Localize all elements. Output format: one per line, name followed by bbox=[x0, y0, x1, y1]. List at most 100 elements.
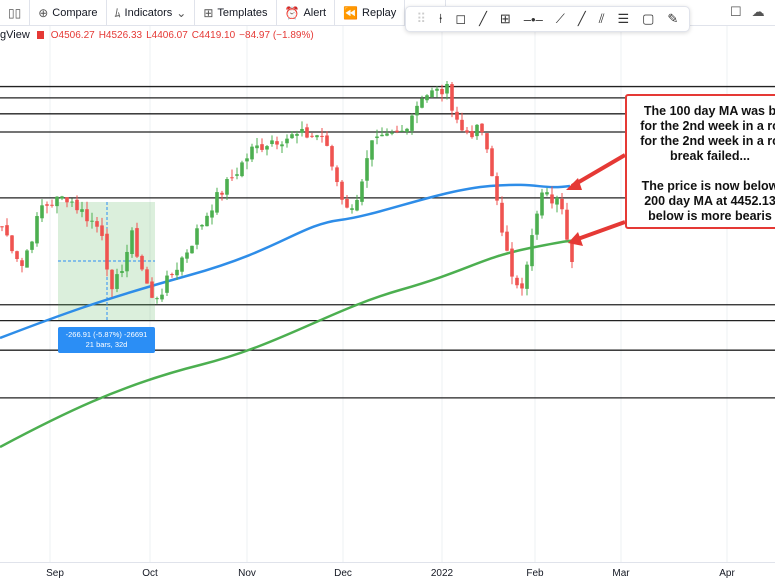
candle-body bbox=[350, 208, 354, 210]
measure-tool-icon[interactable]: ⊞ bbox=[500, 11, 511, 27]
symbol-name: gView bbox=[0, 29, 30, 41]
annotation-line: break failed... bbox=[670, 149, 750, 163]
candle-body bbox=[315, 135, 319, 138]
candle-body bbox=[20, 260, 24, 266]
candle-body bbox=[275, 141, 279, 145]
cloud-save-icon[interactable]: ☁ bbox=[752, 4, 765, 20]
candle-body bbox=[560, 198, 564, 210]
horizontal-ray-tool-icon[interactable]: –•– bbox=[524, 12, 543, 27]
right-controls: ☐ ☁ bbox=[730, 4, 765, 20]
change-value: −84.97 (−1.89%) bbox=[239, 29, 314, 41]
candle-body bbox=[85, 209, 89, 222]
candle-body bbox=[295, 133, 299, 136]
candle-body bbox=[565, 209, 569, 240]
candle-body bbox=[90, 220, 94, 222]
measure-bars: 21 bars, 32d bbox=[85, 340, 128, 349]
annotation-line bbox=[627, 164, 775, 179]
candle-body bbox=[395, 130, 399, 132]
candle-body bbox=[40, 205, 44, 219]
candle-body bbox=[145, 269, 149, 284]
candle-body bbox=[245, 158, 249, 162]
candle-body bbox=[180, 257, 184, 272]
candle-body bbox=[125, 251, 129, 272]
price-chart[interactable] bbox=[0, 0, 775, 562]
candle-body bbox=[170, 274, 174, 276]
candle-body bbox=[415, 105, 419, 116]
low-value: L4406.07 bbox=[146, 29, 188, 41]
candle-body bbox=[425, 95, 429, 101]
x-tick-label: Oct bbox=[142, 568, 158, 579]
fullscreen-icon[interactable]: ☐ bbox=[730, 4, 742, 20]
ray-tool-icon[interactable]: ╱ bbox=[578, 11, 586, 27]
candle-body bbox=[470, 131, 474, 138]
annotation-line: 200 day MA at 4452.13 bbox=[644, 194, 775, 208]
candle-body bbox=[130, 230, 134, 255]
arrow-ma200 bbox=[574, 220, 626, 242]
candle-body bbox=[330, 146, 334, 167]
candle-body bbox=[400, 130, 404, 132]
candle-body bbox=[110, 269, 114, 290]
fib-tool-icon[interactable]: ☰ bbox=[618, 11, 630, 27]
annotation-line: for the 2nd week in a ro bbox=[640, 119, 775, 133]
templates-label: Templates bbox=[217, 6, 268, 19]
candle-body bbox=[480, 123, 484, 133]
vertical-line-tool-icon[interactable]: ⍿ bbox=[439, 11, 442, 27]
candle-body bbox=[205, 215, 209, 227]
candle-body bbox=[220, 192, 224, 195]
candle-body bbox=[50, 204, 54, 206]
candle-type-button[interactable]: ▯▯ bbox=[0, 0, 31, 26]
replay-button[interactable]: ⏪ Replay bbox=[335, 0, 406, 26]
compare-label: Compare bbox=[52, 6, 98, 19]
indicators-button[interactable]: ﾑ Indicators ⌄ bbox=[107, 0, 196, 26]
flag-icon[interactable] bbox=[36, 31, 44, 39]
candle-body bbox=[320, 135, 324, 137]
candle-body bbox=[530, 235, 534, 267]
candle-body bbox=[250, 146, 254, 160]
templates-icon: ⊞ bbox=[203, 5, 214, 20]
candle-body bbox=[15, 251, 19, 260]
time-axis[interactable]: Sep Oct Nov Dec 2022 Feb Mar Apr bbox=[0, 562, 775, 581]
plus-circle-icon: ⊕ bbox=[38, 5, 49, 20]
annotation-line: for the 2nd week in a ro bbox=[640, 134, 775, 148]
templates-button[interactable]: ⊞ Templates bbox=[195, 0, 277, 26]
candle-body bbox=[460, 119, 464, 131]
candle-body bbox=[570, 241, 574, 262]
candle-body bbox=[515, 277, 519, 286]
candle-body bbox=[525, 264, 529, 289]
extended-line-tool-icon[interactable]: ⟋ bbox=[556, 11, 565, 27]
candle-body bbox=[405, 128, 409, 132]
candle-body bbox=[300, 128, 304, 133]
compare-button[interactable]: ⊕ Compare bbox=[30, 0, 107, 26]
alert-button[interactable]: ⏰ Alert bbox=[277, 0, 336, 26]
candle-body bbox=[235, 174, 239, 176]
candle-body bbox=[115, 274, 119, 289]
candle-body bbox=[360, 181, 364, 202]
candle-body bbox=[160, 294, 164, 300]
candle-body bbox=[65, 197, 69, 203]
candle-body bbox=[60, 196, 64, 199]
candles-icon: ▯▯ bbox=[8, 5, 22, 20]
x-tick-label: Apr bbox=[719, 568, 735, 579]
ohlc-legend: gView O4506.27 H4526.33 L4406.07 C4419.1… bbox=[0, 29, 314, 41]
callout-tool-icon[interactable]: ◻ bbox=[455, 11, 466, 27]
candle-body bbox=[485, 133, 489, 150]
candle-body bbox=[495, 176, 499, 201]
candle-body bbox=[420, 98, 424, 108]
candle-body bbox=[510, 248, 514, 277]
candle-body bbox=[385, 133, 389, 136]
rectangle-tool-icon[interactable]: ▢ bbox=[642, 11, 654, 27]
candle-body bbox=[270, 140, 274, 145]
trend-line-tool-icon[interactable]: ╱ bbox=[479, 11, 487, 27]
candle-body bbox=[215, 192, 219, 213]
candle-body bbox=[150, 281, 154, 298]
x-tick-label: Nov bbox=[238, 568, 256, 579]
annotation-line: The 100 day MA was b bbox=[643, 104, 775, 118]
drag-handle-icon[interactable]: ⠿ bbox=[416, 11, 426, 27]
brush-tool-icon[interactable]: ✎ bbox=[667, 11, 678, 27]
candle-body bbox=[5, 225, 9, 236]
close-value: C4419.10 bbox=[191, 29, 236, 41]
parallel-channel-tool-icon[interactable]: ⫽ bbox=[599, 11, 605, 27]
annotation-box[interactable]: The 100 day MA was b for the 2nd week in… bbox=[625, 94, 775, 229]
candle-body bbox=[30, 241, 34, 250]
alert-label: Alert bbox=[303, 6, 327, 19]
